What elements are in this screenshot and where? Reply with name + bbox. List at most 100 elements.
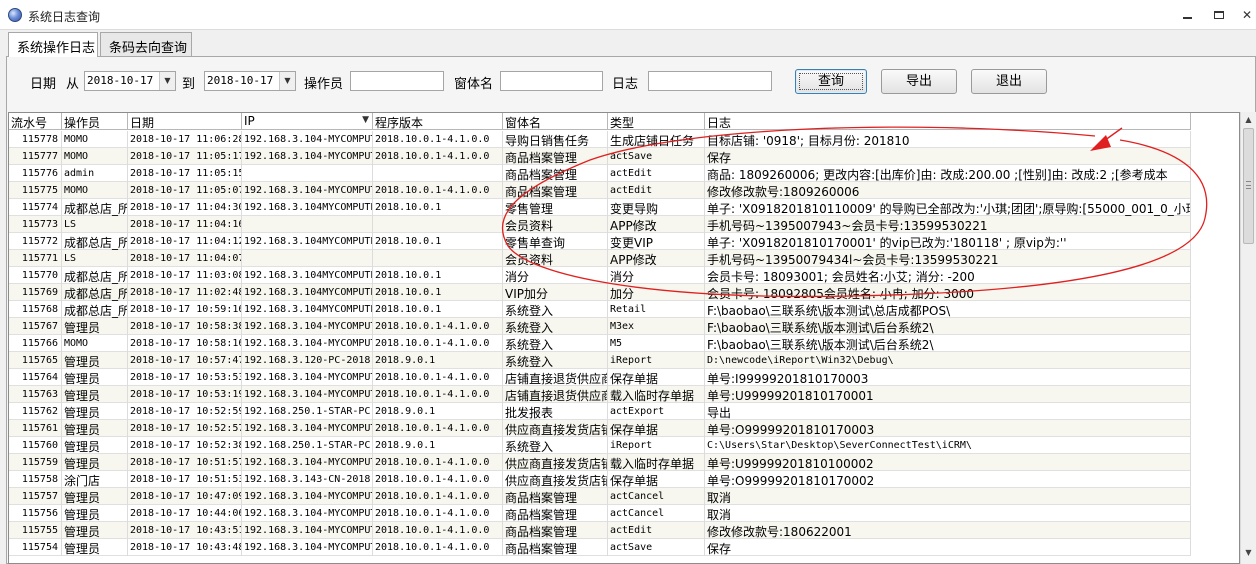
tab-system-operation-log[interactable]: 系统操作日志 bbox=[8, 32, 98, 57]
cell-operator: 管理员 bbox=[62, 403, 128, 420]
cell-serial: 115755 bbox=[9, 522, 62, 539]
cell-version: 2018.10.0.1-4.1.0.0 bbox=[373, 182, 503, 199]
cell-version: 2018.10.0.1-4.1.0.0 bbox=[373, 488, 503, 505]
cell-version bbox=[373, 250, 503, 267]
cell-date: 2018-10-17 11:05:17 bbox=[128, 148, 242, 165]
cell-operator: 管理员 bbox=[62, 318, 128, 335]
date-from-picker[interactable]: 2018-10-17 ▼ bbox=[84, 71, 176, 91]
cell-log: 取消 bbox=[705, 505, 1191, 522]
cell-ip bbox=[242, 165, 373, 182]
table-row[interactable]: 115774 成都总店_所 2018-10-17 11:04:30 192.168.3… bbox=[9, 199, 1191, 216]
table-row[interactable]: 115772 成都总店_所 2018-10-17 11:04:12 192.168.3… bbox=[9, 233, 1191, 250]
table-row[interactable]: 115777 MOMO 2018-10-17 11:05:17 192.168.3.1… bbox=[9, 148, 1191, 165]
tab-barcode-destination-query[interactable]: 条码去向查询 bbox=[100, 32, 192, 56]
scrollbar-thumb[interactable] bbox=[1243, 128, 1254, 244]
table-row[interactable]: 115761 管理员 2018-10-17 10:52:57 192.168.3.10… bbox=[9, 420, 1191, 437]
minimize-button[interactable] bbox=[1176, 8, 1198, 24]
cell-log: F:\baobao\三联系统\版本测试\后台系统2\ bbox=[705, 318, 1191, 335]
filter-icon[interactable]: ▼ bbox=[362, 115, 369, 125]
table-row[interactable]: 115775 MOMO 2018-10-17 11:05:07 192.168.3.1… bbox=[9, 182, 1191, 199]
cell-serial: 115756 bbox=[9, 505, 62, 522]
cell-serial: 115758 bbox=[9, 471, 62, 488]
cell-ip: 192.168.3.104-MYCOMPUTER bbox=[242, 386, 373, 403]
column-header-operator[interactable]: 操作员 bbox=[62, 113, 128, 130]
close-button[interactable]: ✕ bbox=[1236, 8, 1256, 24]
cell-version: 2018.10.0.1 bbox=[373, 233, 503, 250]
export-button[interactable]: 导出 bbox=[881, 69, 957, 94]
cell-serial: 115773 bbox=[9, 216, 62, 233]
operator-input[interactable] bbox=[350, 71, 444, 91]
table-row[interactable]: 115764 管理员 2018-10-17 10:53:53 192.168.3.10… bbox=[9, 369, 1191, 386]
cell-ip: 192.168.3.104-MYCOMPUTER bbox=[242, 539, 373, 556]
table-row[interactable]: 115770 成都总店_所 2018-10-17 11:03:08 192.168.3… bbox=[9, 267, 1191, 284]
cell-operator: 成都总店_所 bbox=[62, 301, 128, 318]
cell-operator: 管理员 bbox=[62, 522, 128, 539]
table-row[interactable]: 115754 管理员 2018-10-17 10:43:48 192.168.3.10… bbox=[9, 539, 1191, 556]
table-row[interactable]: 115759 管理员 2018-10-17 10:51:57 192.168.3.10… bbox=[9, 454, 1191, 471]
cell-date: 2018-10-17 10:43:51 bbox=[128, 522, 242, 539]
cell-ip: 192.168.3.104MYCOMPUTER bbox=[242, 284, 373, 301]
table-row[interactable]: 115769 成都总店_所 2018-10-17 11:02:48 192.168.3… bbox=[9, 284, 1191, 301]
cell-ip: 192.168.3.104-MYCOMPUTER bbox=[242, 148, 373, 165]
scroll-up-icon[interactable]: ▲ bbox=[1243, 115, 1254, 124]
table-row[interactable]: 115760 管理员 2018-10-17 10:52:38 192.168.250.… bbox=[9, 437, 1191, 454]
cell-form-name: 商品档案管理 bbox=[503, 165, 608, 182]
cell-log: 商品: 1809260006; 更改内容:[出库价]由: 改成:200.00 ;… bbox=[705, 165, 1191, 182]
table-row[interactable]: 115765 管理员 2018-10-17 10:57:47 192.168.3.12… bbox=[9, 352, 1191, 369]
cell-operator: 成都总店_所 bbox=[62, 199, 128, 216]
column-header-version[interactable]: 程序版本 bbox=[373, 113, 503, 130]
column-header-type[interactable]: 类型 bbox=[608, 113, 705, 130]
cell-serial: 115763 bbox=[9, 386, 62, 403]
table-row[interactable]: 115763 管理员 2018-10-17 10:53:19 192.168.3.10… bbox=[9, 386, 1191, 403]
cell-date: 2018-10-17 10:58:16 bbox=[128, 335, 242, 352]
table-row[interactable]: 115778 MOMO 2018-10-17 11:06:28 192.168.3.1… bbox=[9, 131, 1191, 148]
cell-version: 2018.10.0.1-4.1.0.0 bbox=[373, 335, 503, 352]
table-row[interactable]: 115762 管理员 2018-10-17 10:52:59 192.168.250.… bbox=[9, 403, 1191, 420]
cell-version: 2018.10.0.1 bbox=[373, 199, 503, 216]
cell-date: 2018-10-17 10:51:53 bbox=[128, 471, 242, 488]
cell-form-name: 供应商直接发货店铺 bbox=[503, 420, 608, 437]
table-row[interactable]: 115755 管理员 2018-10-17 10:43:51 192.168.3.10… bbox=[9, 522, 1191, 539]
log-label: 日志 bbox=[612, 77, 639, 92]
column-header-form-name[interactable]: 窗体名 bbox=[503, 113, 608, 130]
cell-form-name: 零售管理 bbox=[503, 199, 608, 216]
table-row[interactable]: 115771 LS 2018-10-17 11:04:07 会员资料 APP修改 手机号码… bbox=[9, 250, 1191, 267]
column-header-serial[interactable]: 流水号 bbox=[9, 113, 62, 130]
cell-serial: 115771 bbox=[9, 250, 62, 267]
table-row[interactable]: 115758 涂门店 2018-10-17 10:51:53 192.168.3.14… bbox=[9, 471, 1191, 488]
cell-operator: MOMO bbox=[62, 148, 128, 165]
cell-type: Retail bbox=[608, 301, 705, 318]
scroll-down-icon[interactable]: ▼ bbox=[1243, 548, 1254, 557]
table-row[interactable]: 115776 admin 2018-10-17 11:05:15 商品档案管理 actE… bbox=[9, 165, 1191, 182]
date-from-value: 2018-10-17 bbox=[87, 74, 154, 87]
cell-date: 2018-10-17 10:58:38 bbox=[128, 318, 242, 335]
exit-button[interactable]: 退出 bbox=[971, 69, 1047, 94]
vertical-scrollbar[interactable]: ▲ ▼ bbox=[1240, 112, 1256, 564]
table-row[interactable]: 115756 管理员 2018-10-17 10:44:06 192.168.3.10… bbox=[9, 505, 1191, 522]
column-header-ip[interactable]: IP ▼ bbox=[242, 113, 373, 130]
date-to-picker[interactable]: 2018-10-17 ▼ bbox=[204, 71, 296, 91]
chevron-down-icon[interactable]: ▼ bbox=[279, 72, 295, 90]
log-input[interactable] bbox=[648, 71, 772, 91]
table-row[interactable]: 115767 管理员 2018-10-17 10:58:38 192.168.3.10… bbox=[9, 318, 1191, 335]
log-grid[interactable]: 流水号 操作员 日期 IP ▼ 程序版本 窗体名 类型 日志 115778 MOM… bbox=[8, 112, 1240, 564]
column-header-log[interactable]: 日志 bbox=[705, 113, 1191, 130]
table-row[interactable]: 115766 MOMO 2018-10-17 10:58:16 192.168.3.1… bbox=[9, 335, 1191, 352]
query-button[interactable]: 查询 bbox=[795, 69, 867, 94]
cell-type: 变更导购 bbox=[608, 199, 705, 216]
column-header-date[interactable]: 日期 bbox=[128, 113, 242, 130]
maximize-button[interactable] bbox=[1208, 8, 1230, 24]
cell-log: 单号:U99999201810170001 bbox=[705, 386, 1191, 403]
chevron-down-icon[interactable]: ▼ bbox=[159, 72, 175, 90]
cell-ip: 192.168.3.104-MYCOMPUTER bbox=[242, 522, 373, 539]
table-row[interactable]: 115768 成都总店_所 2018-10-17 10:59:16 192.168.3… bbox=[9, 301, 1191, 318]
form-name-input[interactable] bbox=[500, 71, 603, 91]
cell-log: D:\newcode\iReport\Win32\Debug\ bbox=[705, 352, 1191, 369]
table-row[interactable]: 115757 管理员 2018-10-17 10:47:09 192.168.3.10… bbox=[9, 488, 1191, 505]
table-row[interactable]: 115773 LS 2018-10-17 11:04:16 会员资料 APP修改 手机号码… bbox=[9, 216, 1191, 233]
cell-ip: 192.168.3.104-MYCOMPUTER bbox=[242, 318, 373, 335]
cell-form-name: 商品档案管理 bbox=[503, 148, 608, 165]
cell-form-name: 导购日销售任务 bbox=[503, 131, 608, 148]
cell-operator: MOMO bbox=[62, 131, 128, 148]
date-to-value: 2018-10-17 bbox=[207, 74, 274, 87]
